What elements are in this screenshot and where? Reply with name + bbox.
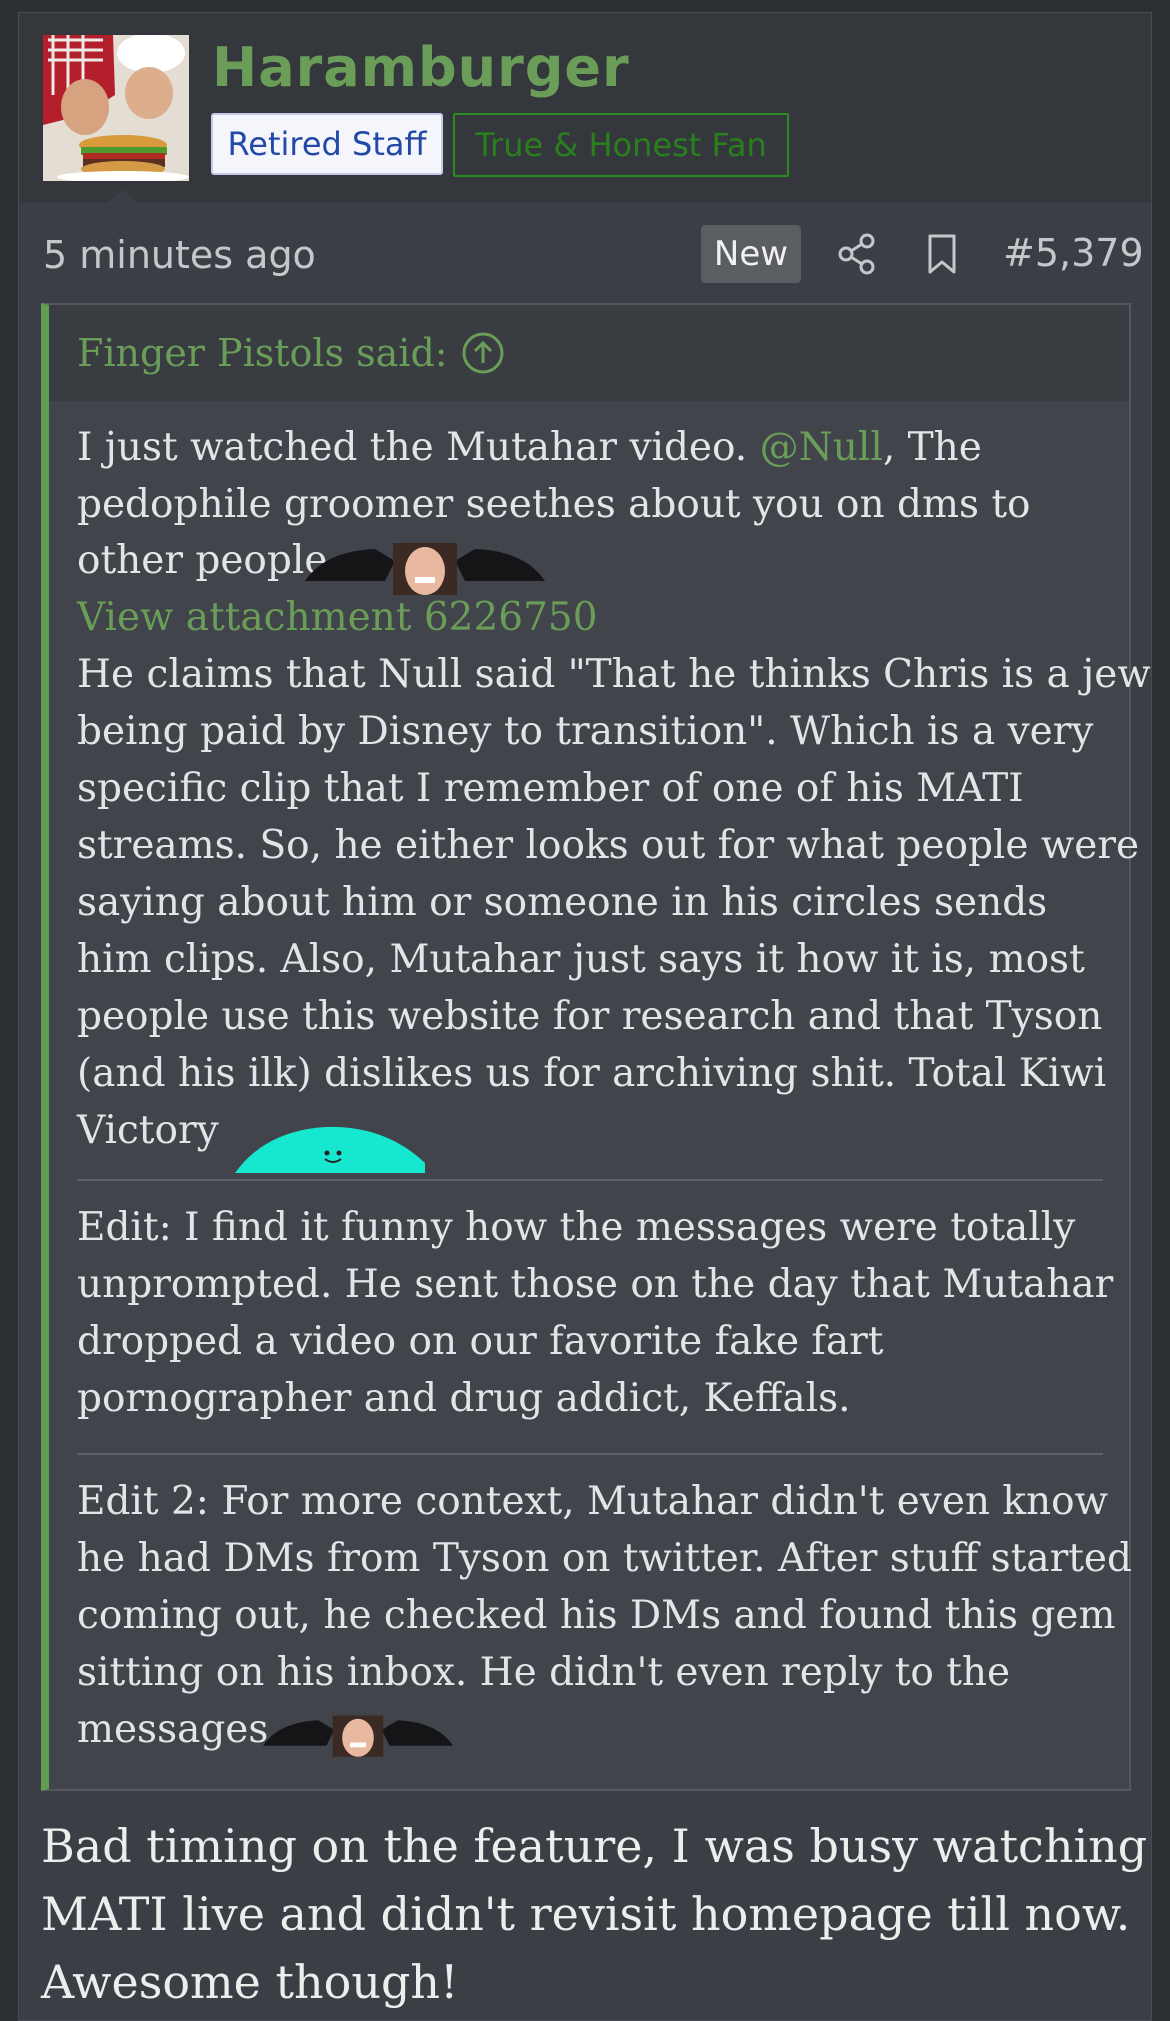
quote-line: he had DMs from Tyson on twitter. After … [77,1536,1132,1581]
quote-line: He claims that Null said "That he thinks… [77,652,1151,697]
quote-line: people use this website for research and… [77,994,1103,1039]
quote-line: Edit: I find it funny how the messages w… [77,1205,1076,1250]
quote-line: being paid by Disney to transition". Whi… [77,709,1094,754]
quote-line: (and his ilk) dislikes us for archiving … [77,1051,1107,1096]
quote-line: messages. [77,1707,281,1752]
quote-text: I just watched the Mutahar video. [77,425,760,470]
mention-link[interactable]: @Null [760,425,883,470]
post-number[interactable]: #5,379 [1003,231,1144,275]
share-icon[interactable] [837,233,877,275]
quote-line: him clips. Also, Mutahar just says it ho… [77,937,1085,982]
reply-line: Bad timing on the feature, I was busy wa… [41,1819,1148,1873]
new-badge: New [701,225,801,283]
post-container: Haramburger Retired Staff True & Honest … [18,12,1152,2021]
post-time[interactable]: 5 minutes ago [43,233,316,277]
quote-line: sitting on his inbox. He didn't even rep… [77,1650,1011,1695]
quote-divider [77,1453,1103,1455]
quote-text: , The [882,425,982,470]
post-meta: 5 minutes ago New #5,379 [19,203,1151,303]
quote-line: streams. So, he either looks out for wha… [77,823,1140,868]
quote-divider [77,1179,1103,1181]
bookmark-icon[interactable] [925,233,959,275]
arrow-up-circle-icon[interactable] [461,331,505,375]
quote-line: pedophile groomer seethes about you on d… [77,482,1031,527]
emote-hands-on-head [263,1715,453,1757]
quote-block: Finger Pistols said: I just watched the … [41,303,1151,1791]
header-notch [107,189,139,203]
quote-header[interactable]: Finger Pistols said: [49,305,1129,401]
quote-line: I just watched the Mutahar video. @Null,… [77,425,982,470]
reply-line: Awesome though! [41,1955,459,2009]
avatar-image [43,35,189,181]
quote-line: Edit 2: For more context, Mutahar didn't… [77,1479,1109,1524]
quote-author[interactable]: Finger Pistols said: [77,331,448,375]
quote-line: coming out, he checked his DMs and found… [77,1593,1116,1638]
quote-line: pornographer and drug addict, Keffals. [77,1376,851,1421]
quote-line: specific clip that I remember of one of … [77,766,1024,811]
badge-true-honest-fan: True & Honest Fan [453,113,789,177]
avatar[interactable] [43,35,189,181]
badge-retired-staff: Retired Staff [211,113,443,175]
user-header: Haramburger Retired Staff True & Honest … [19,13,1151,203]
quote-line: unprompted. He sent those on the day tha… [77,1262,1114,1307]
quote-line: dropped a video on our favorite fake far… [77,1319,884,1364]
attachment-link[interactable]: View attachment 6226750 [77,595,598,640]
emote-kiwi-blob [235,1126,425,1173]
quote-line: Victory [77,1108,219,1153]
username[interactable]: Haramburger [212,41,630,95]
emote-hands-on-head [305,543,545,595]
quote-line: saying about him or someone in his circl… [77,880,1048,925]
reply-line: MATI live and didn't revisit homepage ti… [41,1887,1131,1941]
quote-line: other people [77,538,328,583]
